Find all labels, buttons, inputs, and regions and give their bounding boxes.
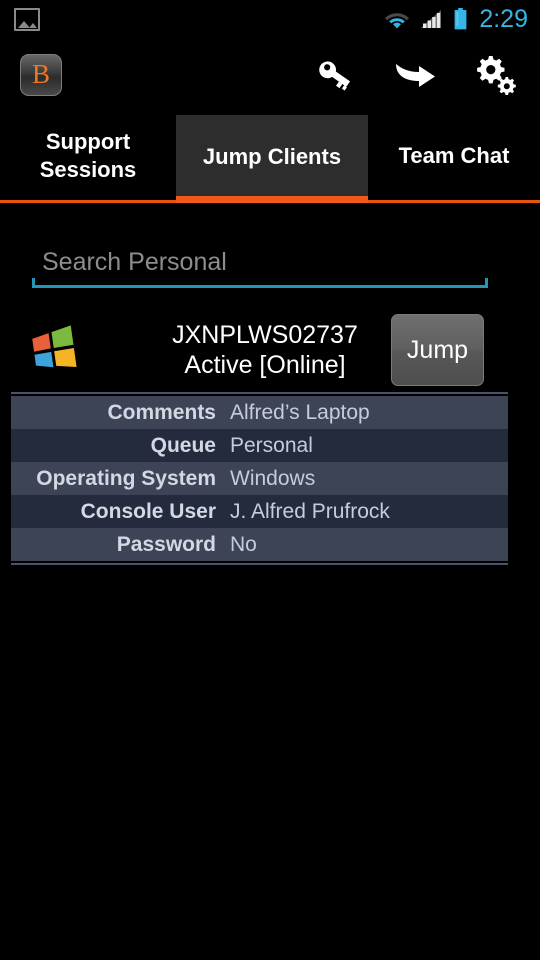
table-row: Console User J. Alfred Prufrock xyxy=(11,495,508,528)
search-underline xyxy=(32,278,488,288)
wifi-icon xyxy=(384,9,410,29)
details-value: Alfred’s Laptop xyxy=(230,400,370,424)
status-bar-system-icons: 2:29 xyxy=(384,4,528,33)
tab-support-sessions[interactable]: Support Sessions xyxy=(0,112,176,200)
status-bar-notifications xyxy=(14,7,40,31)
table-row: Operating System Windows xyxy=(11,462,508,495)
windows-logo-icon xyxy=(28,324,80,376)
jump-button[interactable]: Jump xyxy=(391,314,484,386)
details-divider-bottom xyxy=(11,563,508,565)
jump-client-row[interactable]: JXNPLWS02737 Active [Online] Jump xyxy=(0,310,540,390)
arrow-right-icon[interactable] xyxy=(392,52,438,98)
settings-gears-icon[interactable] xyxy=(472,52,518,98)
details-label: Operating System xyxy=(36,466,216,490)
action-bar-buttons xyxy=(312,52,540,98)
details-value: No xyxy=(230,532,257,556)
image-icon xyxy=(14,7,40,31)
table-row: Comments Alfred’s Laptop xyxy=(11,396,508,429)
app-screen: 2:29 B Support Sessions Jump Clients Tea… xyxy=(0,0,540,960)
tab-team-chat[interactable]: Team Chat xyxy=(368,112,540,200)
app-logo-icon[interactable]: B xyxy=(20,54,62,96)
details-table: Comments Alfred’s Laptop Queue Personal … xyxy=(11,396,508,561)
status-bar: 2:29 xyxy=(0,0,540,38)
table-row: Password No xyxy=(11,528,508,561)
search-field[interactable] xyxy=(32,240,488,288)
battery-icon xyxy=(454,8,467,30)
status-bar-clock: 2:29 xyxy=(479,4,528,33)
key-icon[interactable] xyxy=(312,52,358,98)
details-value: Windows xyxy=(230,466,316,490)
details-label: Console User xyxy=(80,499,216,523)
tab-active-indicator xyxy=(176,196,368,203)
action-bar: B xyxy=(0,38,540,112)
table-row: Queue Personal xyxy=(11,429,508,462)
tab-jump-clients[interactable]: Jump Clients xyxy=(176,115,368,200)
details-value: J. Alfred Prufrock xyxy=(230,499,390,523)
details-label: Comments xyxy=(107,400,216,424)
tab-bar: Support Sessions Jump Clients Team Chat xyxy=(0,112,540,200)
details-divider-top xyxy=(11,392,508,394)
details-label: Queue xyxy=(150,433,216,457)
cellular-signal-icon xyxy=(420,9,444,29)
details-label: Password xyxy=(116,532,216,556)
details-value: Personal xyxy=(230,433,313,457)
